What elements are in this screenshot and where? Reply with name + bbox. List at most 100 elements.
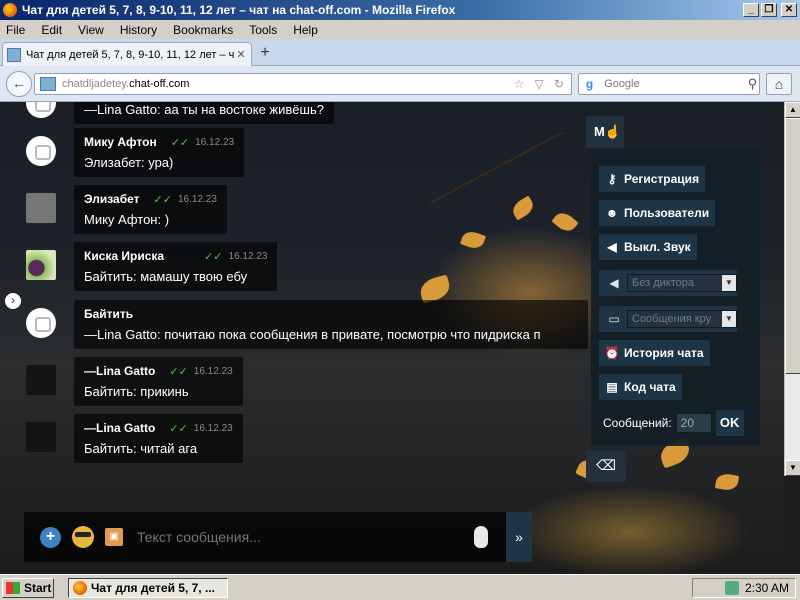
history-dropdown-icon[interactable]: ▽ <box>531 77 547 91</box>
google-engine-icon[interactable]: g <box>581 75 598 93</box>
message-bubble: —Lina Gatto ✓✓ 16.12.23 Байтить: читай ага <box>74 414 243 463</box>
messages-count-input[interactable]: 20 <box>675 413 712 433</box>
url-bar[interactable]: chatdljadetey.chat-off.com ☆ ▽ ↻ <box>34 73 572 95</box>
send-button[interactable]: » <box>506 512 532 562</box>
menu-bookmarks[interactable]: Bookmarks <box>173 23 233 37</box>
maximize-button[interactable]: ❐ <box>761 3 777 17</box>
taskbar-task-label: Чат для детей 5, 7, ... <box>91 581 215 595</box>
menu-toggle-button[interactable]: M☝ <box>586 116 624 148</box>
message-input[interactable] <box>137 529 474 545</box>
tab-strip: Чат для детей 5, 7, 8, 9-10, 11, 12 лет … <box>0 39 800 66</box>
message-date: 16.12.23 <box>228 250 268 262</box>
message-author[interactable]: —Lina Gatto <box>84 364 155 378</box>
menu-history[interactable]: History <box>120 23 157 37</box>
avatar[interactable] <box>26 102 56 118</box>
avatar[interactable] <box>26 365 56 395</box>
background-glow <box>500 482 760 574</box>
menu-tools[interactable]: Tools <box>249 23 277 37</box>
message-text: —Lina Gatto: аа ты на востоке живёшь? <box>84 102 324 117</box>
avatar[interactable] <box>26 308 56 338</box>
scrollbar-thumb[interactable] <box>785 118 800 374</box>
windows-taskbar: Start Чат для детей 5, 7, ... 2:30 AM <box>0 574 800 600</box>
message-text: Байтить: прикинь <box>84 384 189 399</box>
read-check-icon: ✓✓ <box>170 136 190 149</box>
search-input[interactable] <box>598 78 747 90</box>
tray-network-icon[interactable] <box>724 581 739 595</box>
message-author[interactable]: —Lina Gatto <box>84 421 155 435</box>
menu-help[interactable]: Help <box>293 23 318 37</box>
url-prefix: chatdljadetey. <box>62 78 130 90</box>
users-label: Пользователи <box>624 206 710 220</box>
start-button[interactable]: Start <box>2 578 54 598</box>
speaker-icon: ◀ <box>609 276 619 290</box>
register-button[interactable]: ⚷ Регистрация <box>599 166 706 192</box>
message-text: Байтить: читай ага <box>84 441 198 456</box>
message-bubble: Элизабет ✓✓ 16.12.23 Мику Афтон: ) <box>74 185 227 234</box>
message-author[interactable]: Киска Ириска <box>84 249 164 263</box>
message-bubble: Байтить —Lina Gatto: почитаю пока сообще… <box>74 300 588 349</box>
private-message-icon[interactable]: ▣ <box>105 528 123 546</box>
messages-mode-select[interactable]: ▭ Сообщения кру ▼ <box>599 306 737 332</box>
sound-off-button[interactable]: ◀ Выкл. Звук <box>599 234 697 260</box>
background-branch <box>429 131 563 204</box>
background-leaf <box>509 195 537 221</box>
url-text[interactable]: chatdljadetey.chat-off.com <box>62 78 511 90</box>
scroll-down-arrow-icon[interactable]: ▼ <box>785 460 800 476</box>
chat-code-button[interactable]: ▤ Код чата <box>599 374 682 400</box>
message-text: Мику Афтон: ) <box>84 212 170 227</box>
menu-view[interactable]: View <box>78 23 104 37</box>
minimize-button[interactable]: _ <box>743 3 759 17</box>
home-button[interactable]: ⌂ <box>766 73 792 95</box>
page-background <box>784 476 800 574</box>
avatar[interactable] <box>26 422 56 452</box>
ok-button[interactable]: OK <box>715 410 744 436</box>
chevron-down-icon[interactable]: ▼ <box>722 311 736 327</box>
taskbar-firefox-task[interactable]: Чат для детей 5, 7, ... <box>68 578 228 598</box>
page-scrollbar[interactable]: ▲ ▼ <box>784 102 800 476</box>
menu-toggle-label: M <box>594 124 605 139</box>
narrator-select[interactable]: ◀ Без диктора ▼ <box>599 270 737 296</box>
chat-history-button[interactable]: ⏰ История чата <box>599 340 710 366</box>
navigation-bar: ← chatdljadetey.chat-off.com ☆ ▽ ↻ g ⚲ ⌂ <box>0 66 800 102</box>
emoji-icon[interactable] <box>72 526 94 548</box>
avatar[interactable] <box>26 136 56 166</box>
start-label: Start <box>24 581 52 595</box>
url-host: chat-off.com <box>129 78 190 90</box>
scroll-up-arrow-icon[interactable]: ▲ <box>785 102 800 118</box>
avatar[interactable] <box>26 193 56 223</box>
search-box[interactable]: g ⚲ <box>578 73 760 95</box>
close-button[interactable]: ✕ <box>781 3 797 17</box>
tab-close-icon[interactable]: ✕ <box>234 48 248 61</box>
read-check-icon: ✓✓ <box>169 422 188 435</box>
tab-title: Чат для детей 5, 7, 8, 9-10, 11, 12 лет … <box>26 48 234 61</box>
messages-count-label: Сообщений: <box>603 416 672 430</box>
message-author[interactable]: Мику Афтон <box>84 135 157 149</box>
message-text: —Lina Gatto: почитаю пока сообщения в пр… <box>84 327 541 342</box>
alarm-clock-icon: ⏰ <box>604 346 620 360</box>
eraser-button[interactable]: ⌫ <box>586 450 626 482</box>
message-date: 16.12.23 <box>195 136 235 148</box>
reload-icon[interactable]: ↻ <box>551 77 567 91</box>
chevron-down-icon[interactable]: ▼ <box>722 275 736 291</box>
back-button[interactable]: ← <box>6 71 32 97</box>
message-text: Элизабет: ура) <box>84 155 174 170</box>
menu-bar: File Edit View History Bookmarks Tools H… <box>0 20 800 39</box>
new-tab-button[interactable]: + <box>255 44 275 64</box>
avatar[interactable] <box>26 250 56 280</box>
message-bubble: —Lina Gatto ✓✓ 16.12.23 Байтить: прикинь <box>74 357 243 406</box>
message-input-bar: + ▣ <box>24 512 508 562</box>
magnifier-icon[interactable]: ⚲ <box>746 76 759 92</box>
menu-file[interactable]: File <box>6 23 25 37</box>
bookmark-star-icon[interactable]: ☆ <box>511 77 527 91</box>
message-author[interactable]: Байтить <box>84 307 133 321</box>
menu-edit[interactable]: Edit <box>41 23 62 37</box>
chat-history-label: История чата <box>624 346 704 360</box>
add-attachment-button[interactable]: + <box>40 526 61 548</box>
site-identity-icon[interactable] <box>40 77 56 91</box>
microphone-icon[interactable] <box>474 526 488 548</box>
users-button[interactable]: ☻ Пользователи <box>599 200 716 226</box>
browser-tab[interactable]: Чат для детей 5, 7, 8, 9-10, 11, 12 лет … <box>2 42 252 66</box>
message-author[interactable]: Элизабет <box>84 192 140 206</box>
clock[interactable]: 2:30 AM <box>745 581 789 595</box>
side-panel-toggle[interactable]: › <box>5 293 21 309</box>
